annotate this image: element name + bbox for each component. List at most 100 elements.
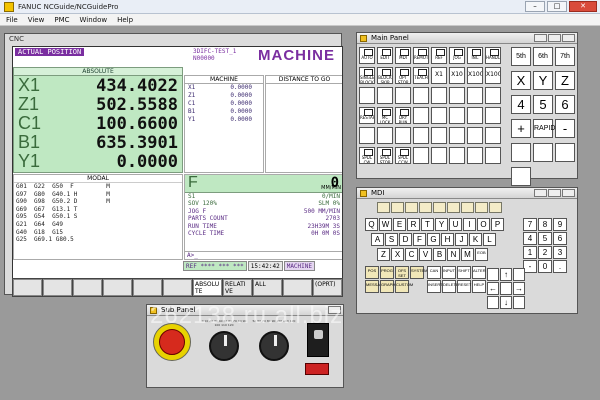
panel-key[interactable]: [359, 127, 375, 144]
function-key[interactable]: [433, 202, 446, 213]
axis-key[interactable]: [511, 143, 531, 162]
mdi-key[interactable]: I: [463, 218, 476, 231]
menu-pmc[interactable]: PMC: [54, 16, 69, 24]
panel-key[interactable]: TEACH: [413, 67, 429, 84]
mdi-key[interactable]: T: [421, 218, 434, 231]
cursor-key[interactable]: ↓: [500, 296, 512, 309]
edit-key[interactable]: SHIFT: [457, 266, 471, 279]
panel-key[interactable]: X100: [467, 67, 483, 84]
panel-key[interactable]: DRY RUN: [395, 107, 411, 124]
mdi-key[interactable]: G: [427, 233, 440, 246]
mdi-key[interactable]: F: [413, 233, 426, 246]
panel-key[interactable]: OPT STOP: [395, 67, 411, 84]
panel-key[interactable]: X10: [449, 67, 465, 84]
edit-key[interactable]: INSERT: [427, 280, 443, 293]
panel-key[interactable]: [485, 107, 501, 124]
softkey[interactable]: [43, 279, 72, 296]
cursor-key[interactable]: [500, 282, 512, 295]
red-button[interactable]: [305, 363, 329, 375]
minimize-button[interactable]: –: [525, 1, 545, 12]
mdi-key[interactable]: M: [461, 248, 474, 261]
panel-key[interactable]: [377, 87, 393, 104]
panel-key[interactable]: JOG: [449, 47, 465, 64]
cursor-key[interactable]: ←: [487, 282, 499, 295]
emergency-stop-cap[interactable]: [159, 329, 185, 355]
panel-key[interactable]: X1: [431, 67, 447, 84]
mdi-key[interactable]: L: [483, 233, 496, 246]
panel-key[interactable]: [485, 127, 501, 144]
axis-key[interactable]: 4: [511, 95, 531, 114]
softkey[interactable]: [103, 279, 132, 296]
cursor-key[interactable]: [487, 296, 499, 309]
close-button[interactable]: [562, 34, 575, 42]
minimize-button[interactable]: [534, 189, 547, 197]
menu-help[interactable]: Help: [117, 16, 133, 24]
minimize-button[interactable]: [534, 34, 547, 42]
panel-key[interactable]: [395, 127, 411, 144]
axis-key[interactable]: 5: [533, 95, 553, 114]
mdi-key[interactable]: V: [419, 248, 432, 261]
mdi-key[interactable]: 7: [523, 218, 537, 231]
softkey-relative[interactable]: RELATI VE: [223, 279, 252, 296]
function-key[interactable]: [391, 202, 404, 213]
panel-key[interactable]: HANDLE: [485, 47, 501, 64]
mdi-key[interactable]: A: [371, 233, 384, 246]
axis-key[interactable]: X: [511, 71, 531, 90]
close-button[interactable]: [562, 189, 575, 197]
panel-key[interactable]: [485, 147, 501, 164]
panel-key[interactable]: [485, 87, 501, 104]
softkey[interactable]: [283, 279, 312, 296]
mdi-key[interactable]: 9: [553, 218, 567, 231]
edit-key[interactable]: CAN: [427, 266, 441, 279]
panel-key[interactable]: [377, 127, 393, 144]
mdi-key[interactable]: 8: [538, 218, 552, 231]
softkey[interactable]: [163, 279, 192, 296]
panel-key[interactable]: EDIT: [377, 47, 393, 64]
mdi-key[interactable]: 1: [523, 246, 537, 259]
axis-key[interactable]: RAPID: [533, 119, 555, 138]
function-key[interactable]: POS: [365, 266, 379, 279]
mdi-key[interactable]: 6: [553, 232, 567, 245]
axis-key[interactable]: 7th: [555, 47, 575, 66]
function-key[interactable]: [419, 202, 432, 213]
panel-key[interactable]: [395, 87, 411, 104]
maximize-button[interactable]: [548, 34, 561, 42]
panel-key[interactable]: BLOCK SKIP: [377, 67, 393, 84]
panel-key[interactable]: [413, 107, 429, 124]
edit-key[interactable]: ALTER: [472, 266, 486, 279]
panel-key[interactable]: INC: [467, 47, 483, 64]
panel-key[interactable]: SPDL STOP: [377, 147, 393, 164]
axis-key[interactable]: Z: [555, 71, 575, 90]
axis-key[interactable]: [533, 143, 553, 162]
function-key[interactable]: GRAPH: [380, 280, 395, 293]
panel-key[interactable]: [431, 127, 447, 144]
cursor-key[interactable]: →: [513, 282, 525, 295]
mdi-key[interactable]: 2: [538, 246, 552, 259]
cursor-key[interactable]: ↑: [500, 268, 512, 281]
edit-key[interactable]: HELP: [472, 280, 486, 293]
axis-key[interactable]: 5th: [511, 47, 531, 66]
function-key[interactable]: PROG: [380, 266, 394, 279]
panel-key[interactable]: [449, 127, 465, 144]
mdi-key[interactable]: Z: [377, 248, 390, 261]
panel-key[interactable]: RESTART: [359, 107, 375, 124]
panel-key[interactable]: [413, 87, 429, 104]
panel-key[interactable]: [467, 127, 483, 144]
function-key[interactable]: [377, 202, 390, 213]
function-key[interactable]: MESSAGE: [365, 280, 386, 293]
function-key[interactable]: [405, 202, 418, 213]
menu-file[interactable]: File: [6, 16, 18, 24]
softkey[interactable]: [13, 279, 42, 296]
function-key[interactable]: [475, 202, 488, 213]
panel-key[interactable]: [431, 107, 447, 124]
mdi-key[interactable]: R: [407, 218, 420, 231]
softkey[interactable]: [73, 279, 102, 296]
input-prompt[interactable]: A>_: [184, 251, 342, 260]
panel-key[interactable]: SPDL CCW: [395, 147, 411, 164]
panel-key[interactable]: [359, 87, 375, 104]
panel-key[interactable]: [413, 127, 429, 144]
mdi-key[interactable]: 5: [538, 232, 552, 245]
panel-key[interactable]: [431, 147, 447, 164]
axis-key[interactable]: [555, 143, 575, 162]
mdi-key[interactable]: S: [385, 233, 398, 246]
